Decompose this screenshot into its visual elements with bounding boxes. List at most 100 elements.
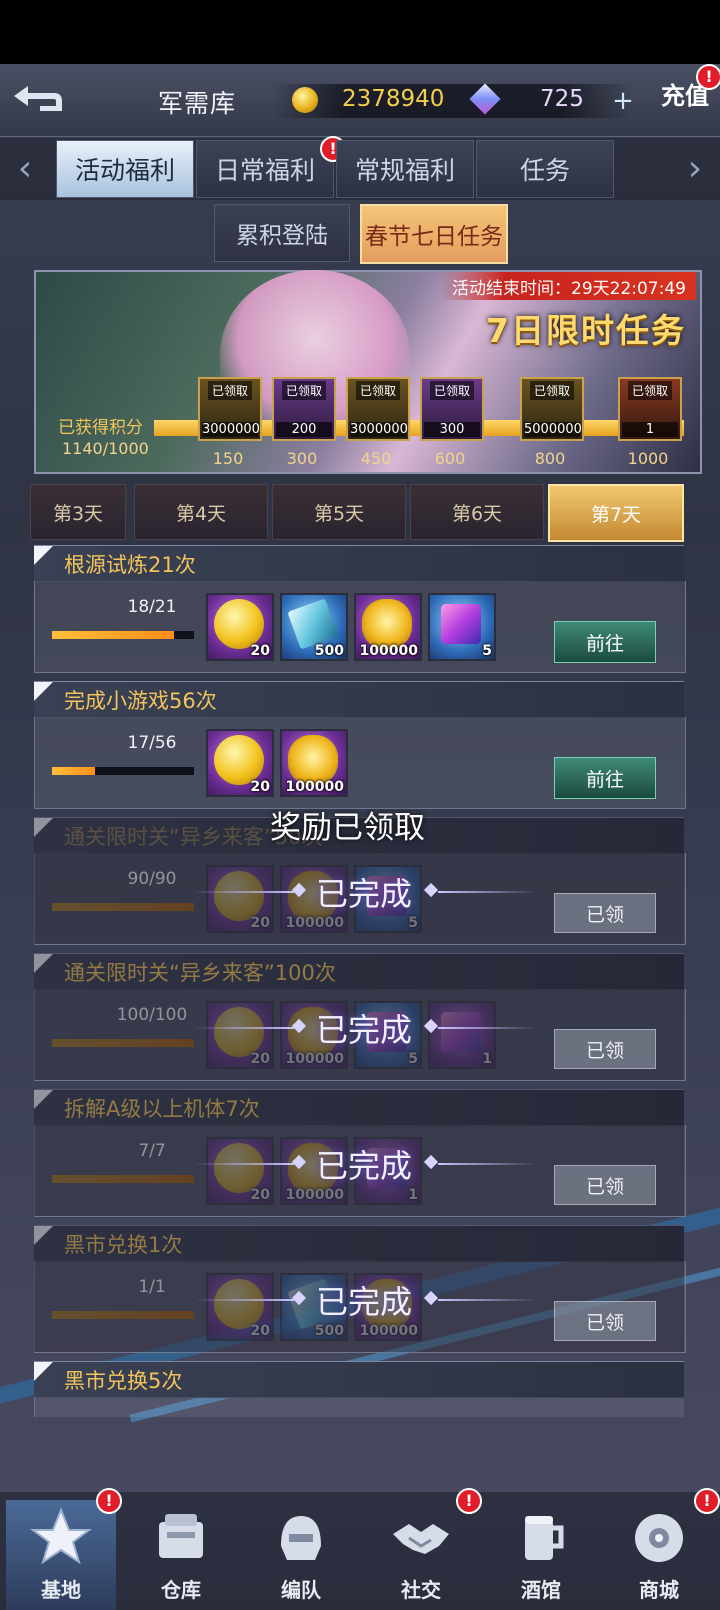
completed-label: 已完成 [315,1283,412,1321]
task-card: 黑市兑换1次 1/1 20 500 100000 已完成 已领 [34,1225,686,1353]
nav-tavern[interactable]: 酒馆 [486,1500,596,1610]
milestone-amount: 1 [622,422,678,437]
reward-item[interactable]: 500 [280,593,348,661]
day-tab-5[interactable]: 第5天 [272,484,406,540]
nav-label: 基地 [41,1578,81,1602]
reward-item[interactable]: 20 [206,593,274,661]
milestone-amount: 3000000 [350,422,408,437]
milestone-tick: 450 [360,449,392,468]
nav-base[interactable]: 基地 [6,1500,116,1610]
points-label: 已获得积分 [58,418,143,438]
completed-label: 已完成 [315,1011,412,1049]
completed-label: 已完成 [315,1147,412,1185]
milestone-amount: 300 [424,422,480,437]
go-button[interactable]: 前往 [554,621,656,663]
gold-coins-icon [288,735,338,785]
reward-amount: 100000 [285,779,344,795]
subtab-cumulative-login[interactable]: 累积登陆 [214,204,350,262]
claimed-button[interactable]: 已领 [554,1301,656,1341]
status-bar [0,0,720,64]
task-body [34,1397,684,1417]
tavern-mug-icon [509,1506,573,1570]
gold-coins-icon [362,599,412,649]
nav-shop[interactable]: 商城 [604,1500,714,1610]
task-card: 根源试炼21次 18/21 20 500 100000 5 前往 [34,545,686,673]
milestone-amount: 3000000 [202,422,260,437]
claimed-button[interactable]: 已领 [554,1165,656,1205]
task-card: 拆解A级以上机体7次 7/7 20 100000 1 已完成 已领 [34,1089,686,1217]
formation-helmet-icon [269,1506,333,1570]
tab-activity-welfare[interactable]: 活动福利 [56,140,194,198]
gem-amount: 725 [540,86,584,112]
day-tab-6[interactable]: 第6天 [410,484,544,540]
nav-alert-badge: ! [96,1488,122,1514]
milestone-claimed-label: 已领取 [355,381,400,400]
handshake-icon [389,1506,453,1570]
reward-amount: 20 [250,643,270,659]
subtab-spring-festival-tasks[interactable]: 春节七日任务 [360,204,508,264]
back-button[interactable] [8,76,70,120]
base-emblem-icon [29,1506,93,1570]
milestone-reward-4[interactable]: 已领取 300 [420,377,484,441]
points-value: 1140/1000 [62,439,149,458]
banner-title: 7日限时任务 [486,311,686,350]
milestone-reward-3[interactable]: 已领取 3000000 [346,377,410,441]
milestone-claimed-label: 已领取 [429,381,474,400]
star-coin-icon [214,599,264,649]
star-coin-icon [214,735,264,785]
milestone-reward-1[interactable]: 已领取 3000000 [198,377,262,441]
task-title: 黑市兑换5次 [64,1369,183,1393]
reward-amount: 20 [250,779,270,795]
day-tab-4[interactable]: 第4天 [134,484,268,540]
tabs-left-arrow-icon[interactable]: ‹ [10,146,40,190]
milestone-reward-6[interactable]: 已领取 1 [618,377,682,441]
tab-regular-welfare[interactable]: 常规福利 [336,140,474,198]
completed-stamp: 已完成 [194,1141,538,1187]
page-title: 军需库 [158,89,237,118]
tab-daily-welfare[interactable]: 日常福利 [196,140,334,198]
shop-robot-icon [627,1506,691,1570]
add-gems-button[interactable]: + [606,86,640,116]
reward-claimed-toast: 奖励已领取 [270,810,425,846]
tabs-right-arrow-icon[interactable]: › [680,146,710,190]
nav-label: 酒馆 [521,1578,561,1602]
milestone-tick: 800 [534,449,566,468]
nav-warehouse[interactable]: 仓库 [126,1500,236,1610]
task-card: 完成小游戏56次 17/56 20 100000 前往 [34,681,686,809]
nav-social[interactable]: 社交 [366,1500,476,1610]
task-title: 完成小游戏56次 [64,689,217,713]
gift-box-icon [441,604,481,644]
milestone-amount: 200 [276,422,332,437]
nav-label: 编队 [281,1578,321,1602]
claimed-button[interactable]: 已领 [554,1029,656,1069]
claimed-button[interactable]: 已领 [554,893,656,933]
reward-item[interactable]: 5 [428,593,496,661]
milestone-claimed-label: 已领取 [529,381,574,400]
task-card: 通关限时关“异乡来客”100次 100/100 20 100000 5 1 已完… [34,953,686,1081]
recharge-alert-badge: ! [696,64,720,90]
nav-label: 社交 [401,1578,441,1602]
reward-item[interactable]: 20 [206,729,274,797]
nav-alert-badge: ! [456,1488,482,1514]
reward-amount: 500 [314,643,344,659]
milestone-tick: 300 [286,449,318,468]
milestone-tick: 1000 [627,449,669,468]
task-progress-fill [52,767,96,775]
nav-label: 仓库 [161,1578,201,1602]
reward-item[interactable]: 100000 [354,593,422,661]
gold-coin-icon [292,87,318,113]
task-card: 黑市兑换5次 [34,1361,684,1417]
task-progress-text: 17/56 [127,733,177,753]
completed-stamp: 已完成 [194,869,538,915]
day-tab-7[interactable]: 第7天 [548,484,684,542]
reward-amount: 100000 [359,643,418,659]
completed-stamp: 已完成 [194,1277,538,1323]
nav-formation[interactable]: 编队 [246,1500,356,1610]
go-button[interactable]: 前往 [554,757,656,799]
day-tab-3[interactable]: 第3天 [30,484,126,540]
reward-item[interactable]: 100000 [280,729,348,797]
milestone-claimed-label: 已领取 [281,381,326,400]
milestone-reward-5[interactable]: 已领取 5000000 [520,377,584,441]
milestone-reward-2[interactable]: 已领取 200 [272,377,336,441]
tab-missions[interactable]: 任务 [476,140,614,198]
